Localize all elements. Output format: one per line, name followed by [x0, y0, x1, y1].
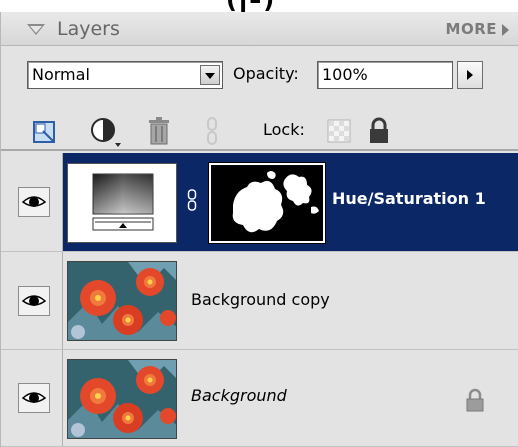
trash-icon[interactable] [147, 117, 171, 145]
dropdown-arrow-icon[interactable] [200, 65, 220, 85]
blend-mode-select[interactable]: Normal [27, 61, 223, 89]
layer-controls: Normal Opacity: 100% Lock: [1, 47, 518, 151]
layer-mask-thumbnail[interactable] [208, 162, 326, 244]
blend-mode-value: Normal [32, 65, 90, 84]
visibility-toggle[interactable] [18, 383, 50, 413]
visibility-toggle[interactable] [18, 187, 50, 217]
opacity-label: Opacity: [233, 64, 299, 83]
adjustment-thumbnail [67, 163, 177, 243]
visibility-cell [1, 350, 63, 446]
mask-shape-icon [232, 171, 319, 233]
collapse-triangle-icon[interactable] [27, 24, 45, 35]
lock-icon[interactable] [367, 117, 391, 145]
new-layer-icon[interactable] [31, 119, 57, 145]
flower-image [68, 262, 176, 340]
mask-link-icon[interactable] [187, 189, 197, 211]
lock-label: Lock: [263, 120, 305, 139]
panel-title: Layers [57, 18, 120, 40]
eye-icon [22, 196, 46, 207]
layer-row-background[interactable]: Background [1, 350, 518, 447]
visibility-cell [1, 252, 63, 349]
layer-lock-icon [466, 388, 484, 412]
link-icon[interactable] [205, 117, 219, 145]
clipped-top-text: (ן–) [0, 0, 518, 12]
eye-icon [22, 392, 46, 403]
visibility-cell [1, 153, 63, 251]
layer-name: Background [191, 386, 287, 405]
opacity-value: 100% [322, 65, 368, 84]
layer-row-background-copy[interactable]: Background copy [1, 252, 518, 350]
more-arrow-icon[interactable] [502, 24, 509, 36]
layer-name: Background copy [191, 290, 330, 309]
layer-row-hue-saturation[interactable]: Hue/Saturation 1 [1, 153, 518, 252]
clipped-glyphs: (ן–) [226, 0, 276, 12]
layer-thumbnail [67, 261, 177, 341]
opacity-input[interactable]: 100% [317, 61, 453, 89]
eye-icon [22, 295, 46, 306]
lock-transparency-icon[interactable] [327, 119, 351, 143]
layer-thumbnail [67, 359, 177, 439]
layer-name: Hue/Saturation 1 [332, 189, 486, 208]
more-button[interactable]: MORE [446, 20, 497, 38]
layers-panel: Layers MORE Normal Opacity: 100% Lock: H… [0, 12, 518, 447]
adjustment-layer-icon[interactable] [89, 117, 125, 149]
panel-header: Layers MORE [1, 12, 518, 46]
visibility-toggle[interactable] [18, 286, 50, 316]
histogram-icon [92, 173, 154, 231]
flower-image [68, 360, 176, 438]
opacity-slider-button[interactable] [457, 61, 483, 89]
